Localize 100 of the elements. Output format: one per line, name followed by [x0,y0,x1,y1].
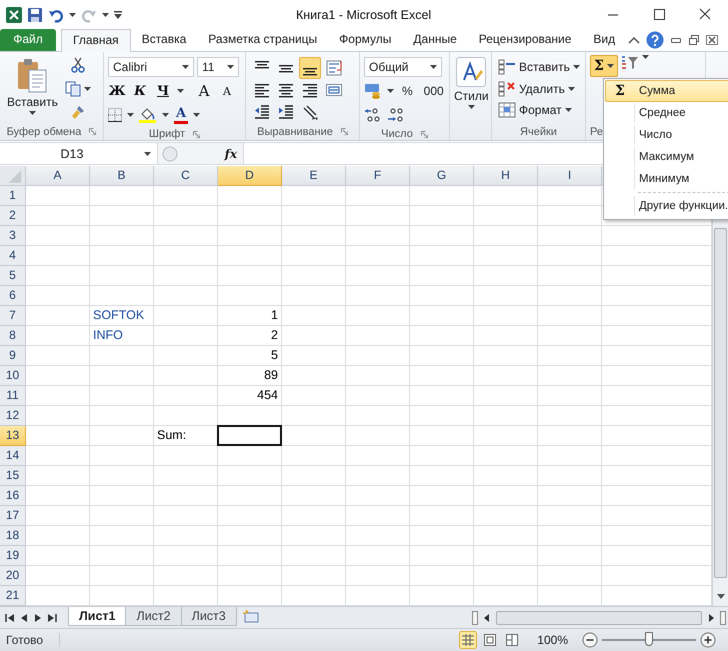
table-cell[interactable] [346,366,410,386]
table-cell[interactable] [474,506,538,526]
table-cell[interactable] [474,306,538,326]
table-cell[interactable] [26,406,90,426]
table-cell[interactable] [474,366,538,386]
font-name-field[interactable]: Calibri [108,57,194,77]
scrollbar-thumb[interactable] [714,228,727,578]
dialog-launcher-icon[interactable] [193,130,200,138]
table-cell[interactable] [154,546,218,566]
table-cell[interactable] [410,426,474,446]
collapse-ribbon-icon[interactable] [628,35,640,45]
copy-icon[interactable] [64,80,81,96]
table-cell[interactable]: SOFTOK [90,306,154,326]
first-sheet-icon[interactable] [4,612,16,624]
table-cell[interactable] [410,226,474,246]
table-cell[interactable] [410,206,474,226]
ribbon-tab[interactable]: Данные [402,29,468,51]
table-cell[interactable] [26,386,90,406]
table-cell[interactable] [346,346,410,366]
table-cell[interactable] [410,326,474,346]
undo-icon[interactable] [48,7,64,23]
sheet-tab[interactable]: Лист3 [180,607,237,626]
table-cell[interactable] [154,306,218,326]
zoom-slider[interactable] [645,632,653,646]
table-cell[interactable] [474,466,538,486]
table-cell[interactable] [26,546,90,566]
table-cell[interactable] [410,406,474,426]
table-cell[interactable] [538,446,602,466]
table-cell[interactable] [474,446,538,466]
table-cell[interactable] [26,346,90,366]
caret-icon[interactable] [162,113,169,117]
table-cell[interactable] [218,186,282,206]
table-cell[interactable] [538,186,602,206]
table-cell[interactable] [474,206,538,226]
table-cell[interactable] [26,226,90,246]
row-header[interactable]: 12 [0,406,26,426]
table-cell[interactable]: INFO [90,326,154,346]
table-cell[interactable] [90,446,154,466]
table-cell[interactable]: 5 [218,346,282,366]
table-cell[interactable] [218,506,282,526]
table-cell[interactable] [474,326,538,346]
table-cell[interactable] [282,406,346,426]
menu-item[interactable]: Число [605,124,728,146]
caret-icon[interactable] [193,113,200,117]
table-cell[interactable] [282,306,346,326]
table-cell[interactable] [538,546,602,566]
split-handle-icon[interactable] [472,610,478,624]
insert-function-button[interactable]: fx [224,146,237,160]
file-tab[interactable]: Файл [0,29,56,51]
table-cell[interactable] [474,226,538,246]
table-cell[interactable] [410,546,474,566]
table-cell[interactable] [90,566,154,586]
table-cell[interactable] [346,426,410,446]
table-cell[interactable] [282,446,346,466]
table-cell[interactable] [218,226,282,246]
table-cell[interactable] [26,286,90,306]
table-cell[interactable] [346,446,410,466]
table-cell[interactable] [410,506,474,526]
table-cell[interactable] [410,386,474,406]
normal-view-icon[interactable] [459,631,478,649]
table-cell[interactable] [218,466,282,486]
table-cell[interactable] [474,406,538,426]
row-header[interactable]: 10 [0,366,26,386]
underline-button[interactable]: Ч [154,84,172,98]
borders-icon[interactable] [108,108,122,122]
table-cell[interactable] [538,386,602,406]
table-cell[interactable] [154,486,218,506]
table-cell[interactable] [282,186,346,206]
shrink-font-button[interactable]: A [218,84,236,98]
table-cell[interactable] [282,386,346,406]
increase-decimal-icon[interactable] [364,107,382,123]
table-cell[interactable] [282,286,346,306]
active-cell[interactable] [217,425,282,446]
menu-item[interactable]: Другие функции. [605,195,728,217]
paste-button[interactable]: Вставить [4,55,61,123]
table-cell[interactable]: 2 [218,326,282,346]
table-cell[interactable] [154,466,218,486]
caret-icon[interactable] [102,13,109,17]
table-cell[interactable] [538,246,602,266]
table-cell[interactable] [538,366,602,386]
currency-icon[interactable] [364,83,382,99]
help-icon[interactable] [646,31,664,49]
table-cell[interactable] [538,506,602,526]
font-color-button[interactable]: A [174,106,188,124]
table-cell[interactable] [410,466,474,486]
table-cell[interactable] [474,486,538,506]
table-cell[interactable] [474,286,538,306]
table-cell[interactable] [474,566,538,586]
table-cell[interactable] [538,466,602,486]
table-cell[interactable] [154,246,218,266]
table-cell[interactable] [90,286,154,306]
table-cell[interactable] [410,186,474,206]
row-header[interactable]: 15 [0,466,26,486]
table-cell[interactable] [346,286,410,306]
number-format-field[interactable]: Общий [364,57,442,77]
table-cell[interactable] [282,246,346,266]
table-cell[interactable] [218,286,282,306]
table-cell[interactable] [474,526,538,546]
spreadsheet-icon[interactable] [6,7,22,23]
table-cell[interactable] [346,566,410,586]
